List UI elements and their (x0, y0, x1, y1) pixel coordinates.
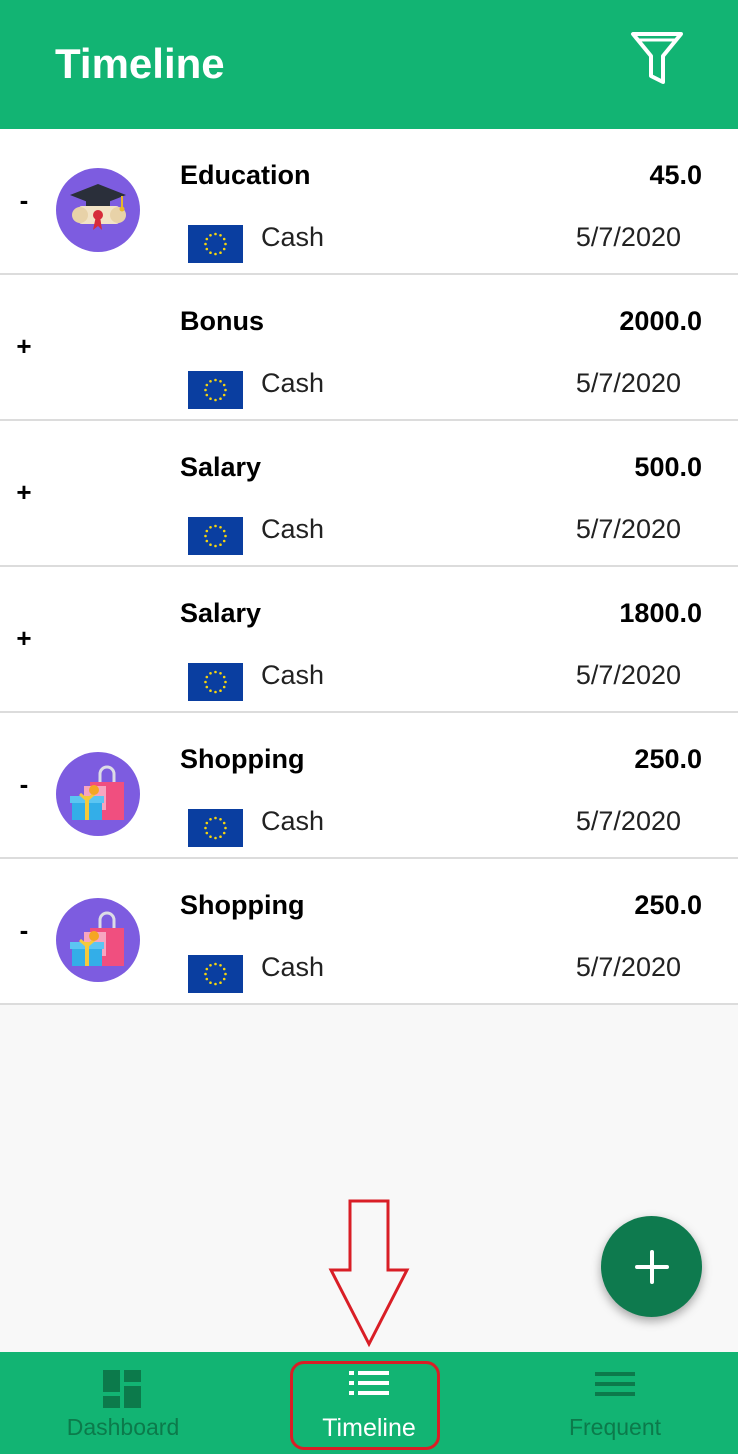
transaction-account: Cash (261, 660, 325, 690)
transaction-account: Cash (261, 952, 325, 982)
transaction-amount: 500.0 (634, 452, 702, 482)
transaction-amount: 1800.0 (619, 598, 702, 628)
transaction-row[interactable]: - Shopping 250.0 Cash 5/7/2020 (0, 713, 738, 859)
menu-icon (595, 1372, 635, 1396)
page-title: Timeline (55, 40, 225, 87)
transaction-category: Salary (180, 452, 262, 482)
currency-flag (188, 517, 243, 555)
transaction-category: Shopping (180, 744, 305, 774)
add-transaction-button[interactable] (601, 1216, 702, 1317)
shopping-icon (70, 911, 124, 966)
transaction-amount: 2000.0 (619, 306, 702, 336)
transaction-account: Cash (261, 514, 325, 544)
dashboard-icon (103, 1370, 141, 1408)
plus-icon (634, 1249, 669, 1284)
nav-item-frequent[interactable]: Frequent (492, 1352, 738, 1454)
currency-flag (188, 225, 243, 263)
transaction-row[interactable]: + Salary 1800.0 Cash 5/7/2020 (0, 567, 738, 713)
transaction-amount: 250.0 (634, 890, 702, 920)
shopping-icon (70, 765, 124, 820)
transaction-account: Cash (261, 806, 325, 836)
transaction-date: 5/7/2020 (575, 514, 681, 544)
eu-flag-icon (188, 371, 243, 409)
transaction-sign: + (16, 331, 32, 361)
eu-flag-icon (188, 225, 243, 263)
filter-icon (631, 32, 683, 84)
category-avatar (56, 898, 140, 982)
transaction-account: Cash (261, 368, 325, 398)
nav-item-dashboard[interactable]: Dashboard (0, 1352, 246, 1454)
transaction-row[interactable]: + Bonus 2000.0 Cash 5/7/2020 (0, 275, 738, 421)
transaction-account: Cash (261, 222, 325, 252)
transaction-amount: 45.0 (649, 160, 702, 190)
transaction-date: 5/7/2020 (575, 952, 681, 982)
transaction-category: Education (180, 160, 311, 190)
app-bar: Timeline (0, 0, 738, 129)
currency-flag (188, 809, 243, 847)
transaction-sign: - (19, 185, 29, 215)
app-screen: Timeline - Education 45.0 Cash 5/7/2020 + Bonu… (0, 0, 738, 1454)
transaction-date: 5/7/2020 (575, 806, 681, 836)
eu-flag-icon (188, 809, 243, 847)
transaction-date: 5/7/2020 (575, 368, 681, 398)
transaction-sign: + (16, 477, 32, 507)
transaction-category: Bonus (180, 306, 264, 336)
eu-flag-icon (188, 663, 243, 701)
transaction-date: 5/7/2020 (575, 660, 681, 690)
transaction-amount: 250.0 (634, 744, 702, 774)
eu-flag-icon (188, 955, 243, 993)
category-avatar (56, 752, 140, 836)
annotation-arrow (328, 1199, 410, 1348)
currency-flag (188, 955, 243, 993)
transaction-row[interactable]: + Salary 500.0 Cash 5/7/2020 (0, 421, 738, 567)
nav-label-frequent: Frequent (568, 1414, 662, 1440)
transaction-row[interactable]: - Shopping 250.0 Cash 5/7/2020 (0, 859, 738, 1005)
nav-label-dashboard: Dashboard (66, 1414, 180, 1440)
transaction-list: - Education 45.0 Cash 5/7/2020 + Bonus 2000.0 Ca… (0, 129, 738, 1005)
transaction-date: 5/7/2020 (575, 222, 681, 252)
transaction-sign: - (19, 915, 29, 945)
filter-button[interactable] (622, 24, 692, 94)
currency-flag (188, 663, 243, 701)
currency-flag (188, 371, 243, 409)
category-avatar (56, 168, 140, 252)
transaction-category: Shopping (180, 890, 305, 920)
eu-flag-icon (188, 517, 243, 555)
annotation-highlight-box (290, 1361, 440, 1450)
transaction-sign: + (16, 623, 32, 653)
transaction-category: Salary (180, 598, 262, 628)
transaction-row[interactable]: - Education 45.0 Cash 5/7/2020 (0, 129, 738, 275)
transaction-sign: - (19, 769, 29, 799)
graduation-icon (70, 184, 126, 230)
